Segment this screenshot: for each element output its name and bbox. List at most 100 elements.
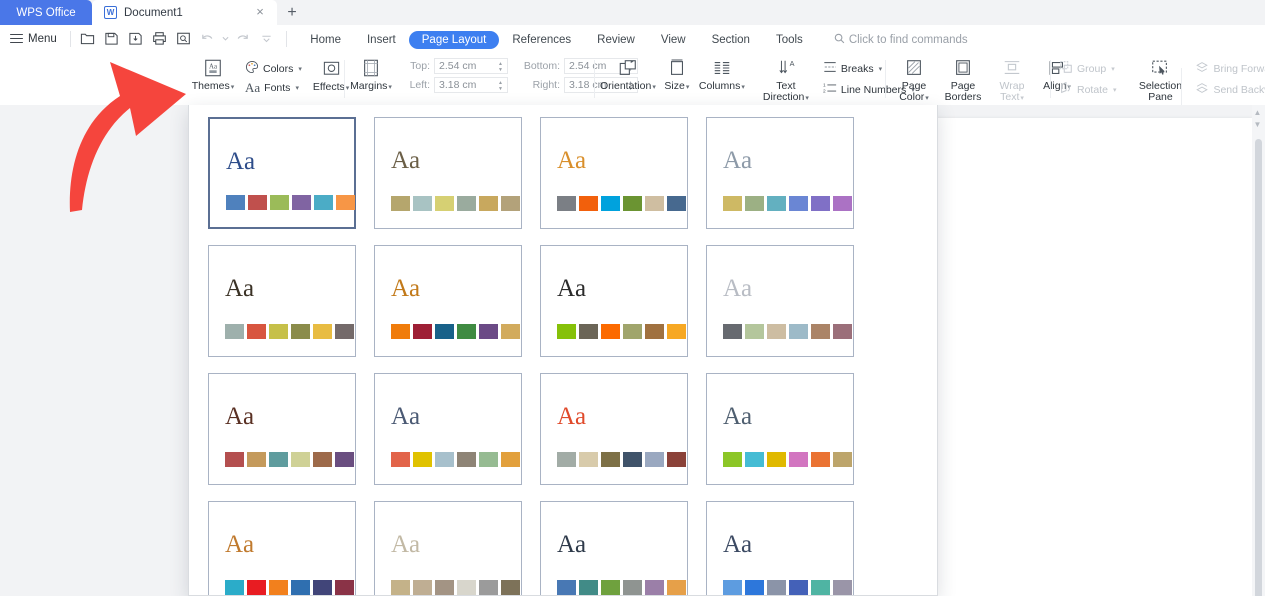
size-button[interactable]: Size▾ <box>660 52 694 93</box>
theme-color-swatch <box>767 452 786 467</box>
tab-references[interactable]: References <box>499 31 584 49</box>
theme-item[interactable]: Aa <box>540 373 688 485</box>
title-bar: WPS Office W Document1 × + <box>0 0 1265 25</box>
wps-office-tab[interactable]: WPS Office <box>0 0 92 25</box>
breaks-button-label: Breaks <box>841 63 874 75</box>
margin-top-input[interactable]: 2.54 cm ▲▼ <box>434 58 508 74</box>
theme-preview-text: Aa <box>225 532 254 557</box>
theme-color-swatch <box>833 196 852 211</box>
margin-left-stepper[interactable]: ▲▼ <box>496 78 505 94</box>
columns-button-label: Columns <box>699 80 740 92</box>
themes-gallery-dropdown: AaAaAaAaAaAaAaAaAaAaAaAaAaAaAaAa <box>188 105 938 596</box>
columns-button[interactable]: Columns▾ <box>698 52 746 93</box>
theme-preview-text: Aa <box>557 148 586 173</box>
fonts-button[interactable]: Aa Fonts▾ <box>242 79 305 96</box>
theme-item[interactable]: Aa <box>208 373 356 485</box>
margins-button[interactable]: Margins▾ <box>350 52 392 93</box>
scroll-page-up-icon[interactable]: ▲ <box>1252 108 1263 120</box>
theme-item[interactable]: Aa <box>540 117 688 229</box>
theme-color-swatch <box>335 580 354 595</box>
group-button[interactable]: Group▾ <box>1056 58 1119 79</box>
theme-swatch-row <box>391 580 520 595</box>
theme-color-swatch <box>833 452 852 467</box>
page-borders-icon <box>953 57 973 79</box>
page-color-button[interactable]: Page Color▾ <box>893 52 935 104</box>
group-button-label: Group <box>1077 63 1106 75</box>
theme-color-swatch <box>557 324 576 339</box>
theme-item[interactable]: Aa <box>706 373 854 485</box>
theme-color-swatch <box>723 196 742 211</box>
tab-page-layout[interactable]: Page Layout <box>409 31 500 49</box>
effects-button-label: Effects <box>313 81 345 93</box>
theme-item[interactable]: Aa <box>208 117 356 229</box>
theme-swatch-row <box>391 324 520 339</box>
tab-home[interactable]: Home <box>297 31 354 49</box>
theme-item[interactable]: Aa <box>706 245 854 357</box>
theme-swatch-row <box>723 452 852 467</box>
document-tab[interactable]: W Document1 × <box>92 0 277 25</box>
effects-icon <box>322 57 341 79</box>
bring-forward-button[interactable]: Bring Forward▾ <box>1192 58 1265 79</box>
theme-color-swatch <box>435 452 454 467</box>
page-borders-button[interactable]: Page Borders <box>941 52 985 103</box>
vertical-scrollbar[interactable] <box>1252 105 1265 596</box>
send-backward-button[interactable]: Send Backward▾ <box>1192 79 1265 100</box>
theme-color-swatch <box>457 580 476 595</box>
theme-color-swatch <box>579 196 598 211</box>
theme-color-swatch <box>291 580 310 595</box>
tab-tools[interactable]: Tools <box>763 31 816 49</box>
fonts-icon: Aa <box>245 81 260 94</box>
theme-color-swatch <box>335 452 354 467</box>
selection-pane-button[interactable]: Selection Pane <box>1134 52 1186 103</box>
theme-item[interactable]: Aa <box>208 245 356 357</box>
theme-item[interactable]: Aa <box>540 501 688 596</box>
scroll-page-down-icon[interactable]: ▼ <box>1252 120 1263 132</box>
themes-button[interactable]: Aa Themes▾ <box>190 52 236 93</box>
theme-color-swatch <box>645 452 664 467</box>
text-direction-icon: A <box>776 57 796 79</box>
svg-text:1: 1 <box>823 82 826 88</box>
theme-color-swatch <box>767 196 786 211</box>
theme-color-swatch <box>435 580 454 595</box>
margin-bottom-label: Bottom: <box>518 60 560 72</box>
theme-item[interactable]: Aa <box>540 245 688 357</box>
find-commands-box[interactable]: Click to find commands <box>834 33 968 47</box>
tab-review[interactable]: Review <box>584 31 648 49</box>
theme-swatch-row <box>557 580 686 595</box>
wps-writer-icon: W <box>104 6 117 19</box>
colors-button[interactable]: Colors▾ <box>242 58 305 79</box>
find-commands-label: Click to find commands <box>849 34 968 46</box>
theme-item[interactable]: Aa <box>374 501 522 596</box>
theme-item[interactable]: Aa <box>706 501 854 596</box>
text-direction-button[interactable]: A Text Direction▾ <box>760 52 812 104</box>
theme-item[interactable]: Aa <box>374 373 522 485</box>
orientation-button[interactable]: Orientation▾ <box>600 52 656 93</box>
theme-color-swatch <box>413 580 432 595</box>
wrap-text-button[interactable]: Wrap Text▾ <box>991 52 1033 104</box>
theme-item[interactable]: Aa <box>374 117 522 229</box>
theme-item[interactable]: Aa <box>208 501 356 596</box>
scrollbar-thumb[interactable] <box>1255 139 1262 596</box>
theme-swatch-row <box>391 452 520 467</box>
tab-insert[interactable]: Insert <box>354 31 409 49</box>
tab-view[interactable]: View <box>648 31 699 49</box>
rotate-button[interactable]: Rotate▾ <box>1056 79 1119 100</box>
close-icon[interactable]: × <box>253 5 267 19</box>
line-numbers-icon: 12 <box>823 81 837 98</box>
margin-left-input[interactable]: 3.18 cm ▲▼ <box>434 77 508 93</box>
margin-top-stepper[interactable]: ▲▼ <box>496 59 505 75</box>
theme-preview-text: Aa <box>557 276 586 301</box>
theme-color-swatch <box>413 324 432 339</box>
theme-color-swatch <box>811 324 830 339</box>
theme-preview-text: Aa <box>557 404 586 429</box>
theme-color-swatch <box>226 195 245 210</box>
margin-left-label: Left: <box>396 79 430 91</box>
theme-color-swatch <box>667 196 686 211</box>
theme-item[interactable]: Aa <box>706 117 854 229</box>
theme-color-swatch <box>269 324 288 339</box>
theme-color-swatch <box>313 324 332 339</box>
theme-color-swatch <box>269 452 288 467</box>
tab-section[interactable]: Section <box>699 31 763 49</box>
theme-item[interactable]: Aa <box>374 245 522 357</box>
new-tab-button[interactable]: + <box>277 0 307 25</box>
